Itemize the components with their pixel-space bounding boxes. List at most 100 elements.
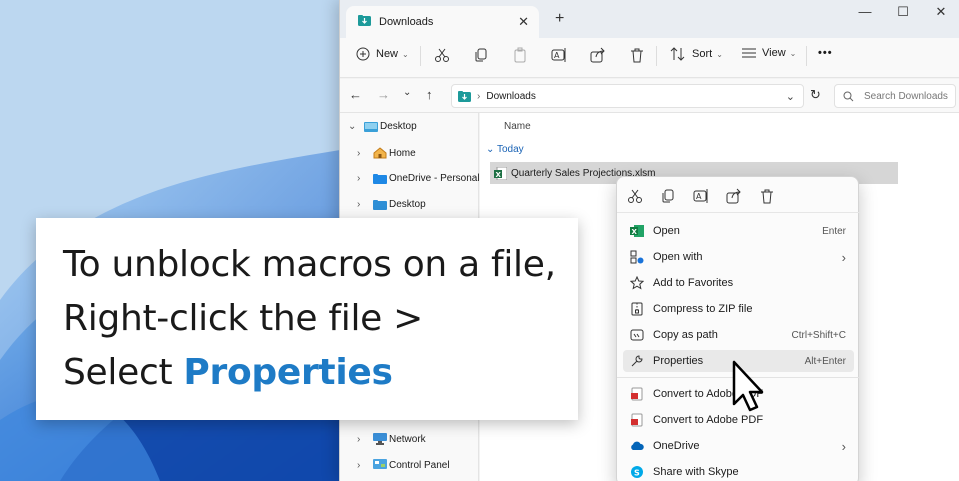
menu-item-copy-as-path[interactable]: Copy as path Ctrl+Shift+C: [623, 324, 854, 346]
open-with-icon: [629, 249, 645, 265]
desktop-icon: [364, 121, 378, 132]
sidebar-item-label: Home: [389, 147, 416, 159]
chevron-right-icon: ›: [357, 199, 361, 210]
plus-circle-icon: [356, 47, 370, 61]
search-field[interactable]: Search Downloads: [834, 84, 956, 108]
delete-icon[interactable]: [629, 47, 645, 63]
copy-icon[interactable]: [660, 188, 676, 204]
copy-path-icon: [629, 327, 645, 343]
sort-icon: [670, 47, 685, 61]
view-button[interactable]: View ⌄: [742, 47, 796, 59]
recent-chevron-icon[interactable]: ⌄: [403, 87, 411, 98]
chevron-down-icon: ⌄: [486, 144, 497, 155]
cut-icon[interactable]: [627, 188, 643, 204]
svg-text:A: A: [696, 192, 702, 201]
menu-item-share-skype[interactable]: S Share with Skype: [623, 461, 854, 481]
toolbar-divider: [656, 46, 657, 66]
chevron-right-icon: ›: [357, 173, 361, 184]
menu-item-label: Open: [653, 225, 680, 237]
sidebar-item-network[interactable]: › Network: [357, 433, 426, 445]
onedrive-cloud-icon: [629, 438, 645, 454]
menu-item-label: Add to Favorites: [653, 277, 734, 289]
address-field[interactable]: › Downloads ⌄: [451, 84, 804, 108]
new-button[interactable]: New ⌄: [356, 47, 409, 61]
chevron-down-icon: ⌄: [348, 121, 357, 132]
menu-item-open-with[interactable]: Open with ›: [623, 246, 854, 268]
sidebar-item-desktop-root[interactable]: ⌄ Desktop: [348, 121, 417, 132]
skype-icon: S: [629, 464, 645, 480]
home-icon: [373, 147, 387, 159]
column-header-name[interactable]: Name: [504, 121, 531, 132]
search-placeholder: Search Downloads: [864, 90, 948, 102]
address-path: Downloads: [486, 90, 536, 102]
tab-title: Downloads: [379, 16, 434, 28]
command-bar: [340, 38, 959, 78]
sort-button[interactable]: Sort ⌄: [670, 47, 723, 61]
downloads-folder-icon: [358, 15, 371, 29]
sidebar-item-onedrive[interactable]: › OneDrive - Personal: [357, 173, 480, 184]
address-dropdown-icon[interactable]: ⌄: [786, 90, 795, 103]
caption-line-3: Select Properties: [63, 346, 578, 400]
sidebar-item-label: Network: [389, 433, 426, 445]
copy-icon[interactable]: [473, 47, 489, 63]
context-menu: A X Open Enter Open with › Add to Favori…: [616, 176, 860, 481]
sidebar-item-desktop[interactable]: › Desktop: [357, 199, 426, 210]
menu-item-compress-zip[interactable]: Compress to ZIP file: [623, 298, 854, 320]
menu-item-onedrive[interactable]: OneDrive ›: [623, 435, 854, 457]
paste-icon[interactable]: [512, 47, 528, 63]
more-options-icon[interactable]: •••: [818, 47, 833, 59]
svg-text:X: X: [632, 228, 638, 236]
sidebar-item-label: Control Panel: [389, 459, 450, 471]
toolbar-divider: [806, 46, 807, 66]
sidebar-item-label: Desktop: [389, 199, 426, 210]
refresh-icon[interactable]: ↻: [810, 87, 821, 103]
chevron-down-icon: ⌄: [789, 48, 797, 58]
maximize-button[interactable]: ☐: [888, 4, 918, 20]
view-label: View: [762, 47, 786, 59]
menu-item-label: Properties: [653, 355, 704, 367]
tab-downloads[interactable]: Downloads ✕: [346, 6, 539, 38]
rename-icon[interactable]: A: [693, 188, 709, 204]
menu-item-label: OneDrive: [653, 440, 700, 452]
menu-item-open[interactable]: X Open Enter: [623, 220, 854, 242]
minimize-button[interactable]: —: [850, 4, 880, 19]
breadcrumb-chevron-icon: ›: [477, 90, 481, 102]
adobe-pdf-icon: [629, 386, 645, 402]
sidebar-item-label: OneDrive - Personal: [389, 173, 480, 184]
caption-line-1: To unblock macros on a file,: [63, 244, 556, 285]
chevron-right-icon: ›: [357, 147, 361, 159]
group-header-today[interactable]: ⌄ Today: [486, 144, 524, 155]
toolbar-divider: [420, 46, 421, 66]
sidebar-item-home[interactable]: › Home: [357, 147, 416, 159]
menu-item-shortcut: Enter: [822, 225, 846, 237]
menu-item-label: Share with Skype: [653, 466, 739, 478]
sidebar-item-control-panel[interactable]: › Control Panel: [357, 459, 450, 471]
instruction-caption: To unblock macros on a file, Right-click…: [36, 218, 578, 420]
chevron-right-icon: ›: [357, 433, 361, 445]
caption-highlight-properties: Properties: [183, 352, 393, 393]
mouse-pointer-icon: [732, 360, 764, 412]
menu-item-label: Compress to ZIP file: [653, 303, 753, 315]
forward-arrow-icon[interactable]: →: [377, 87, 390, 102]
close-window-button[interactable]: ✕: [926, 4, 956, 20]
sort-label: Sort: [692, 48, 713, 60]
rename-icon[interactable]: A: [551, 47, 567, 63]
back-arrow-icon[interactable]: ←: [349, 87, 362, 102]
menu-item-label: Convert to Adobe PDF: [653, 414, 764, 426]
new-label: New: [376, 48, 399, 60]
menu-item-shortcut: Ctrl+Shift+C: [791, 329, 846, 341]
up-arrow-icon[interactable]: ↑: [426, 87, 433, 102]
group-label: Today: [496, 144, 524, 155]
menu-item-add-to-favorites[interactable]: Add to Favorites: [623, 272, 854, 294]
excel-icon: X: [629, 223, 645, 239]
cut-icon[interactable]: [434, 47, 450, 63]
share-icon[interactable]: [726, 188, 742, 204]
delete-icon[interactable]: [759, 188, 775, 204]
chevron-right-icon: ›: [357, 459, 361, 471]
share-icon[interactable]: [590, 47, 606, 63]
downloads-folder-icon: [458, 90, 471, 102]
wrench-icon: [629, 353, 645, 369]
new-tab-button[interactable]: +: [555, 10, 564, 28]
tab-close-icon[interactable]: ✕: [518, 14, 529, 30]
caption-line-2: Right-click the file >: [63, 298, 424, 339]
